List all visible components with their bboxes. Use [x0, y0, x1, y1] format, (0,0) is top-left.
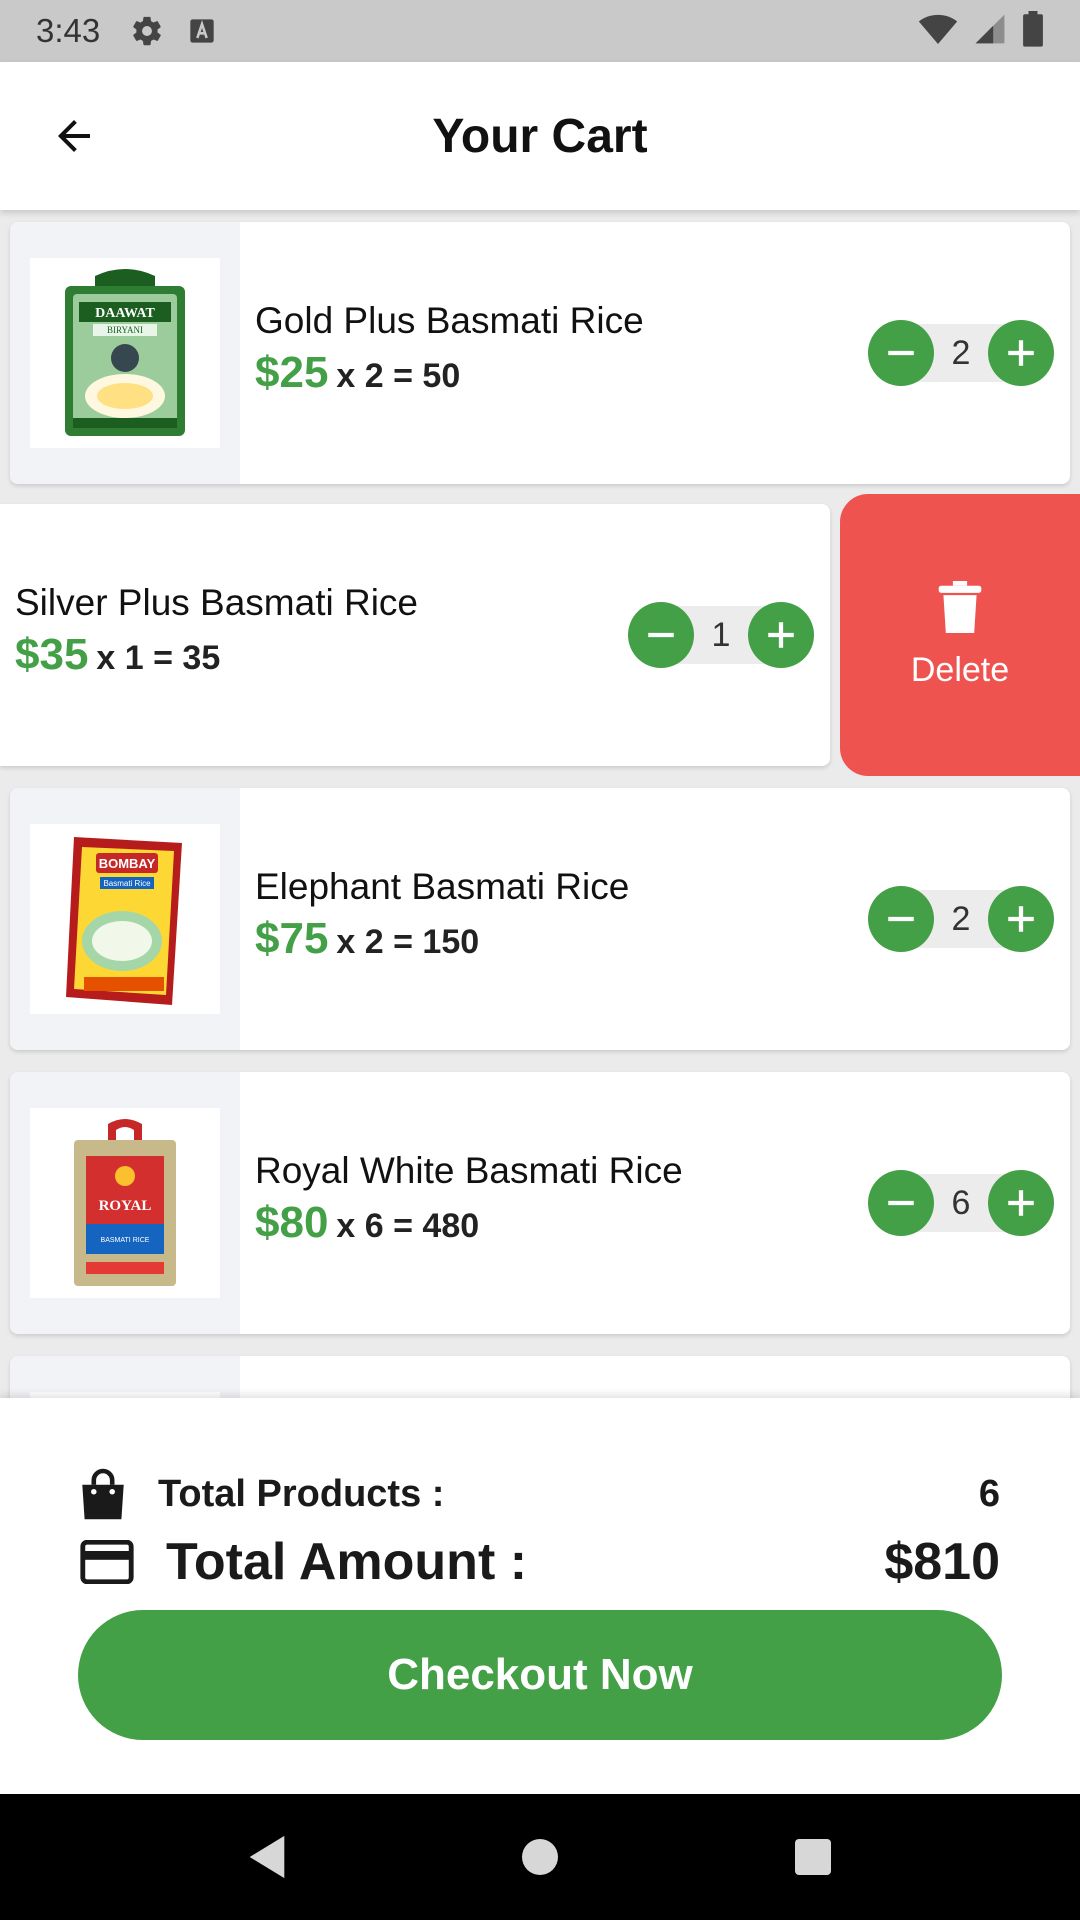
item-price: $80	[255, 1198, 329, 1247]
cart-list[interactable]: DAAWAT BIRYANI Gold Plus Basmati Rice $2…	[0, 210, 1080, 1398]
quantity-stepper: 6	[868, 1170, 1054, 1236]
plus-icon	[1008, 906, 1034, 932]
item-name: Gold Plus Basmati Rice	[255, 300, 644, 341]
delete-button[interactable]: Delete	[840, 494, 1080, 776]
quantity-value: 1	[711, 616, 731, 654]
quantity-stepper: 2	[868, 320, 1054, 386]
royal-rice-bag-image: ROYAL BASMATI RICE	[74, 1119, 176, 1286]
plus-icon	[1008, 1190, 1034, 1216]
quantity-value: 2	[951, 334, 971, 372]
quantity-value: 2	[951, 900, 971, 938]
svg-text:BIRYANI: BIRYANI	[107, 325, 143, 335]
decrease-quantity-button[interactable]	[868, 1170, 934, 1236]
shopping-bag-icon	[82, 1468, 124, 1520]
quantity-stepper: 2	[868, 886, 1054, 952]
item-subtotal: x 2 = 50	[336, 357, 461, 395]
bombay-rice-bag-image: BOMBAY Basmati Rice	[66, 837, 182, 1005]
status-bar: 3:43	[0, 0, 1080, 62]
decrease-quantity-button[interactable]	[868, 320, 934, 386]
plus-icon	[1008, 340, 1034, 366]
product-thumbnail	[10, 1356, 240, 1398]
system-nav-bar	[0, 1794, 1080, 1920]
minus-icon	[888, 916, 914, 922]
product-thumbnail: DAAWAT BIRYANI	[10, 222, 240, 484]
increase-quantity-button[interactable]	[988, 1170, 1054, 1236]
svg-text:DAAWAT: DAAWAT	[95, 306, 155, 321]
product-thumbnail: BOMBAY Basmati Rice	[10, 788, 240, 1050]
cart-item-card[interactable]: BOMBAY Basmati Rice Elephant Basmati Ric…	[10, 788, 1070, 1050]
quantity-value: 6	[951, 1184, 971, 1222]
page-title: Your Cart	[432, 109, 648, 163]
item-subtotal: x 6 = 480	[336, 1207, 480, 1245]
item-price: $25	[255, 348, 329, 397]
app-bar: Your Cart	[0, 62, 1080, 210]
settings-gear-icon	[130, 14, 164, 48]
minus-icon	[888, 350, 914, 356]
minus-icon	[648, 632, 674, 638]
plus-icon	[768, 622, 794, 648]
svg-text:BASMATI RICE: BASMATI RICE	[101, 1237, 150, 1244]
item-info: Elephant Basmati Rice $75 x 2 = 150	[255, 866, 629, 964]
trash-icon	[938, 580, 982, 633]
quantity-stepper: 1	[628, 602, 814, 668]
nav-home-button[interactable]	[500, 1817, 580, 1897]
item-name: Silver Plus Basmati Rice	[15, 582, 419, 623]
item-subtotal: x 2 = 150	[336, 923, 480, 961]
signal-icon	[974, 12, 1006, 51]
cart-item-card[interactable]: Silver Plus Basmati Rice $35 x 1 = 35 1	[0, 504, 830, 766]
item-name: Elephant Basmati Rice	[255, 866, 630, 907]
increase-quantity-button[interactable]	[988, 886, 1054, 952]
total-products-value: 6	[978, 1472, 1000, 1515]
cart-item-card[interactable]: ROYAL BASMATI RICE Royal White Basmati R…	[10, 1072, 1070, 1334]
arrow-back-icon	[58, 120, 90, 152]
decrease-quantity-button[interactable]	[628, 602, 694, 668]
increase-quantity-button[interactable]	[748, 602, 814, 668]
daawat-rice-bag-image: DAAWAT BIRYANI	[65, 269, 185, 436]
total-amount-label: Total Amount :	[166, 1533, 528, 1591]
keyboard-a-icon	[188, 17, 216, 45]
svg-text:Basmati Rice: Basmati Rice	[103, 879, 151, 888]
svg-text:ROYAL: ROYAL	[99, 1198, 152, 1214]
item-subtotal: x 1 = 35	[96, 639, 221, 677]
back-button[interactable]	[44, 106, 104, 166]
cart-item-card[interactable]: DAAWAT BIRYANI Gold Plus Basmati Rice $2…	[10, 222, 1070, 484]
minus-icon	[888, 1200, 914, 1206]
cart-item-card[interactable]	[10, 1356, 1070, 1398]
item-info: Silver Plus Basmati Rice $35 x 1 = 35	[15, 582, 418, 680]
item-price: $75	[255, 914, 329, 963]
total-products-row: Total Products : 6	[80, 1464, 1000, 1524]
credit-card-icon	[80, 1540, 134, 1584]
total-amount-value: $810	[884, 1533, 1000, 1591]
total-products-label: Total Products :	[158, 1472, 445, 1515]
battery-icon	[1022, 10, 1044, 52]
nav-recents-button[interactable]	[773, 1817, 853, 1897]
item-info: Gold Plus Basmati Rice $25 x 2 = 50	[255, 300, 644, 398]
item-info: Royal White Basmati Rice $80 x 6 = 480	[255, 1150, 683, 1248]
checkout-button[interactable]: Checkout Now	[78, 1610, 1002, 1740]
status-time: 3:43	[36, 12, 101, 49]
delete-label: Delete	[910, 650, 1010, 689]
total-amount-row: Total Amount : $810	[80, 1522, 1000, 1602]
cart-summary: Total Products : 6 Total Amount : $810 C…	[0, 1398, 1080, 1794]
item-price: $35	[15, 630, 89, 679]
nav-recents-icon	[795, 1839, 832, 1875]
increase-quantity-button[interactable]	[988, 320, 1054, 386]
nav-back-icon	[249, 1835, 284, 1879]
product-thumbnail: ROYAL BASMATI RICE	[10, 1072, 240, 1334]
decrease-quantity-button[interactable]	[868, 886, 934, 952]
nav-home-icon	[521, 1839, 558, 1875]
item-name: Royal White Basmati Rice	[255, 1150, 683, 1191]
wifi-icon	[918, 12, 958, 51]
svg-text:BOMBAY: BOMBAY	[99, 856, 156, 871]
nav-back-button[interactable]	[227, 1817, 307, 1897]
